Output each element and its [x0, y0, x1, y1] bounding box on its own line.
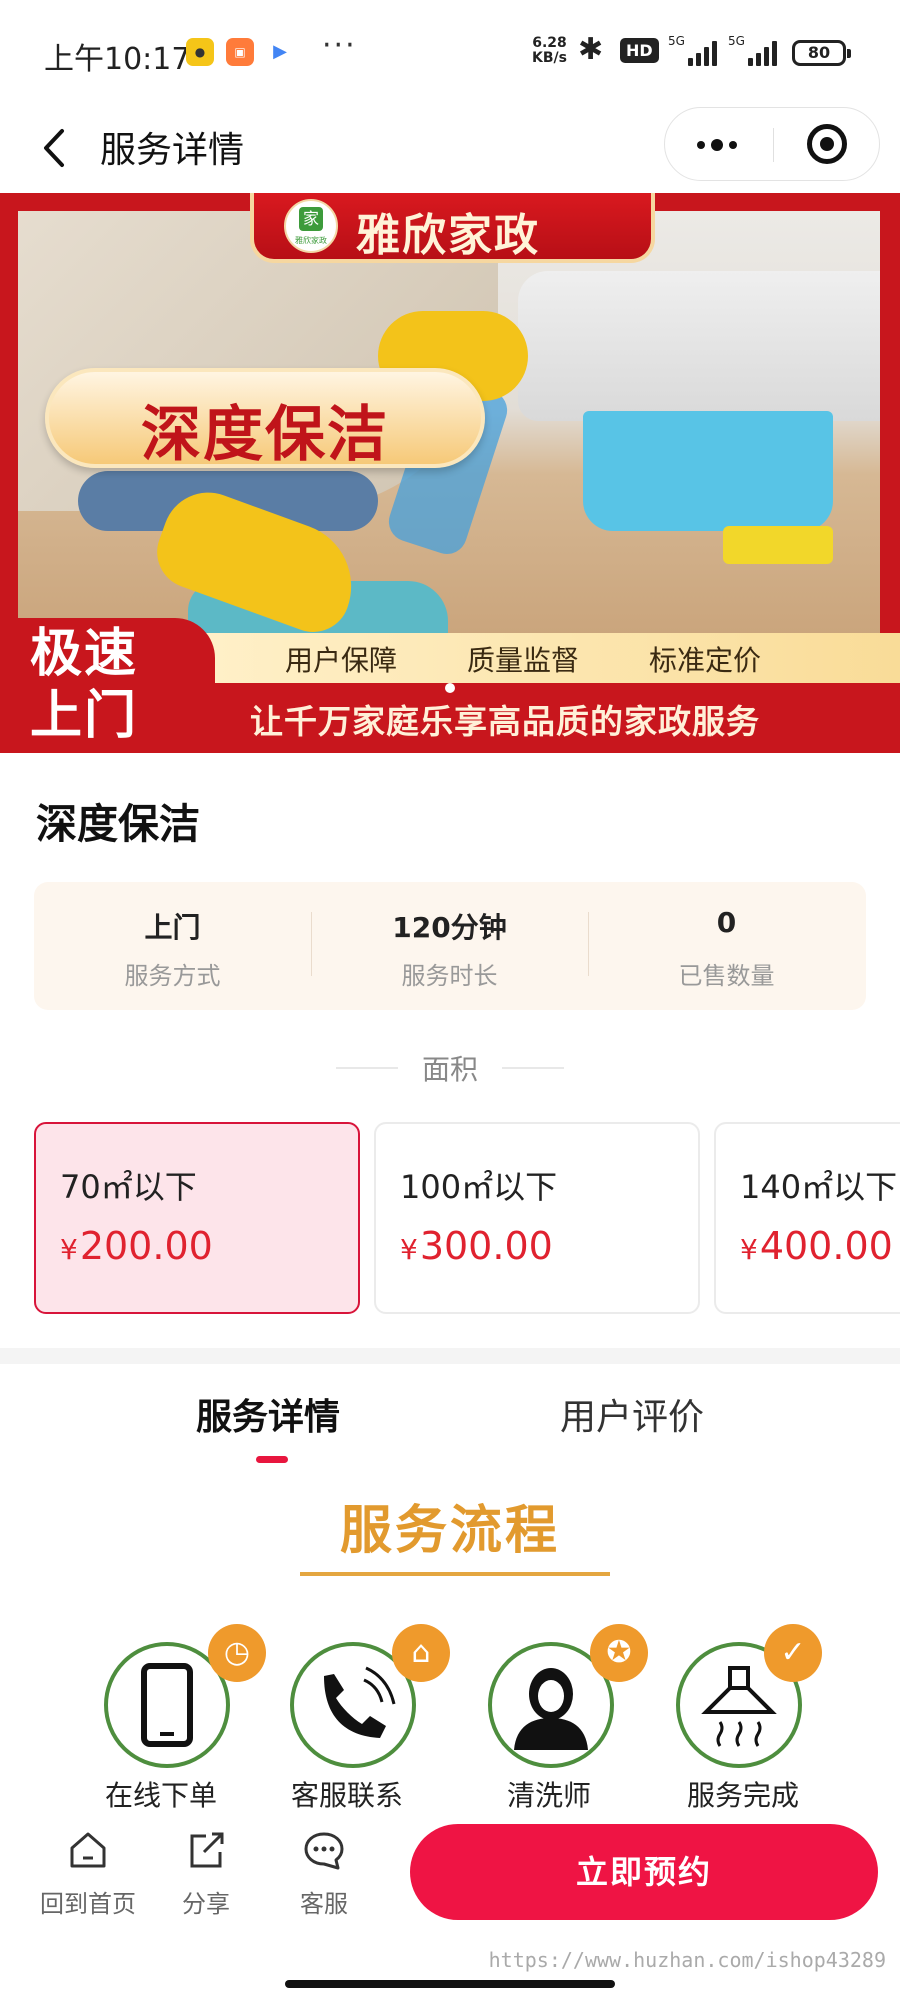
- signal-label: 5G: [728, 34, 745, 48]
- tab-service-details[interactable]: 服务详情: [196, 1388, 340, 1440]
- option-price: ¥400.00: [740, 1224, 893, 1268]
- status-bar: 上午10:17 ● ▣ ▶ ··· 6.28 KB/s ✱ HD 5G 5G 8…: [0, 0, 900, 105]
- promise-item: 用户保障: [285, 644, 398, 677]
- share-label: 分享: [182, 1890, 230, 1918]
- back-button[interactable]: [36, 123, 76, 173]
- back-arrow-icon: [44, 129, 64, 167]
- info-value: 120分钟: [392, 911, 507, 944]
- headline-text: 深度保洁: [141, 400, 389, 470]
- slogan-strip: 让千万家庭乐享高品质的家政服务: [200, 683, 900, 753]
- app-notification-icon: ▣: [226, 38, 254, 66]
- battery-icon: 80: [792, 40, 851, 66]
- option-price-value: 300.00: [419, 1224, 553, 1268]
- signal-icon: 5G: [728, 34, 780, 66]
- close-mini-program-button[interactable]: [807, 124, 847, 164]
- network-speed: 6.28 KB/s: [532, 36, 567, 66]
- brand-tab: 家 雅欣家政 雅欣家政: [250, 193, 655, 263]
- clock-icon: ◷: [208, 1624, 266, 1682]
- home-label: 回到首页: [40, 1890, 136, 1918]
- customer-service-button[interactable]: 客服: [274, 1828, 374, 1919]
- medal-icon: ✪: [590, 1624, 648, 1682]
- info-value: 上门: [144, 911, 201, 944]
- fast-service-text: 极速 上门: [30, 623, 138, 747]
- currency-symbol: ¥: [740, 1233, 758, 1266]
- info-label: 服务方式: [124, 962, 221, 990]
- check-icon: ✓: [764, 1624, 822, 1682]
- network-speed-value: 6.28: [532, 35, 567, 51]
- fast-service-block: 极速 上门: [0, 618, 215, 753]
- fast-service-line: 极速: [30, 624, 139, 684]
- bottom-action-bar: 回到首页 分享 客服 立即预约: [0, 1808, 900, 1948]
- capsule-divider: [773, 128, 774, 162]
- service-info-card: 上门 服务方式 120分钟 服务时长 0 已售数量: [34, 882, 866, 1010]
- play-store-icon: ▶: [266, 38, 294, 66]
- fast-service-line: 上门: [30, 686, 139, 746]
- home-button[interactable]: 回到首页: [38, 1828, 138, 1919]
- home-icon: [70, 1832, 106, 1868]
- area-option-140[interactable]: 140㎡以下 ¥400.00: [714, 1122, 900, 1314]
- brand-logo: 家 雅欣家政: [284, 199, 338, 253]
- area-option-100[interactable]: 100㎡以下 ¥300.00: [374, 1122, 700, 1314]
- option-size: 140㎡以下: [740, 1168, 898, 1206]
- brand-logo-text: 雅欣家政: [295, 236, 327, 245]
- heading-rule: [502, 1067, 564, 1069]
- process-title-rule: [300, 1572, 610, 1576]
- option-price: ¥200.00: [60, 1224, 213, 1268]
- network-speed-unit: KB/s: [532, 50, 567, 66]
- hd-icon: HD: [620, 38, 659, 63]
- page-title: 服务详情: [100, 130, 245, 171]
- app-notification-icon: ●: [186, 38, 214, 66]
- option-size: 100㎡以下: [400, 1168, 558, 1206]
- section-divider: [0, 1348, 900, 1364]
- promise-strip: 用户保障 质量监督 标准定价: [205, 633, 900, 683]
- share-icon: [190, 1832, 224, 1868]
- home-icon: ⌂: [392, 1624, 450, 1682]
- share-button[interactable]: 分享: [156, 1828, 256, 1919]
- option-size: 70㎡以下: [60, 1168, 197, 1206]
- book-now-button[interactable]: 立即预约: [410, 1824, 878, 1920]
- home-indicator[interactable]: [285, 1980, 615, 1988]
- info-cell-method: 上门 服务方式: [34, 882, 311, 1010]
- more-notifications-icon: ···: [322, 28, 357, 63]
- more-menu-button[interactable]: [665, 108, 773, 180]
- watermark: https://www.huzhan.com/ishop43289: [488, 1948, 886, 1972]
- sponge-image: [723, 526, 833, 564]
- info-label: 已售数量: [678, 962, 775, 990]
- active-tab-indicator: [256, 1456, 288, 1463]
- brand-name: 雅欣家政: [356, 210, 540, 261]
- chat-icon: [304, 1832, 344, 1870]
- info-cell-sold: 0 已售数量: [588, 882, 865, 1010]
- brand-logo-icon: 家: [299, 207, 323, 231]
- currency-symbol: ¥: [400, 1233, 418, 1266]
- area-heading: 面积: [421, 1053, 478, 1086]
- option-price-value: 400.00: [759, 1224, 893, 1268]
- tab-user-reviews[interactable]: 用户评价: [560, 1388, 704, 1440]
- headline-badge: 深度保洁: [45, 368, 485, 470]
- carousel-indicator: [445, 683, 455, 693]
- info-label: 服务时长: [401, 962, 498, 990]
- info-value: 0: [716, 906, 737, 939]
- option-price-value: 200.00: [79, 1224, 213, 1268]
- mini-program-capsule: [664, 107, 880, 181]
- promise-item: 标准定价: [649, 644, 762, 677]
- bluetooth-icon: ✱: [578, 32, 604, 67]
- slogan-text: 让千万家庭乐享高品质的家政服务: [250, 702, 760, 741]
- customer-service-label: 客服: [300, 1890, 348, 1918]
- banner-carousel[interactable]: 家 雅欣家政 雅欣家政 深度保洁 用户保障 质量监督 标准定价 让千万家庭乐享高…: [0, 193, 900, 753]
- product-title: 深度保洁: [36, 800, 200, 848]
- currency-symbol: ¥: [60, 1233, 78, 1266]
- option-price: ¥300.00: [400, 1224, 553, 1268]
- signal-label: 5G: [668, 34, 685, 48]
- status-time: 上午10:17: [44, 42, 191, 77]
- area-option-70[interactable]: 70㎡以下 ¥200.00: [34, 1122, 360, 1314]
- process-title: 服务流程: [339, 1501, 560, 1561]
- bucket-image: [583, 411, 833, 531]
- nav-bar: 服务详情: [0, 105, 900, 193]
- info-cell-duration: 120分钟 服务时长: [311, 882, 588, 1010]
- promise-item: 质量监督: [467, 644, 580, 677]
- signal-icon: 5G: [668, 34, 717, 66]
- sofa-image: [518, 271, 880, 421]
